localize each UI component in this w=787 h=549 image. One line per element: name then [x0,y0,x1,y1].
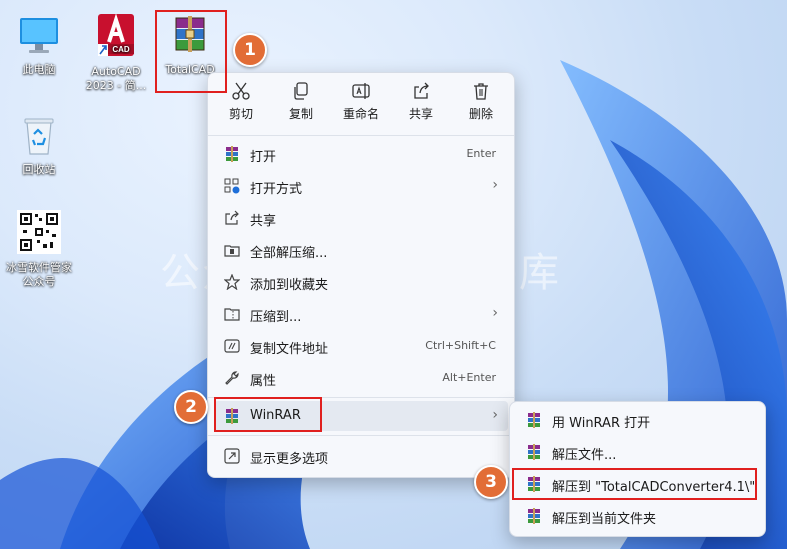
scissors-icon [232,82,250,100]
chevron-right-icon: › [492,305,498,321]
trash-icon [474,83,488,100]
menu-item-label: 显示更多选项 [250,452,329,467]
desktop-icon-label: 回收站 [22,163,56,176]
wrench-icon [225,371,239,385]
menu-item-shortcut: Ctrl+Shift+C [425,339,496,352]
desktop-icon-autocad[interactable]: CAD AutoCAD 2023 - 简... [81,12,151,93]
star-icon [224,274,240,290]
copy-icon [294,82,308,100]
highlight-box-step-1 [155,10,227,93]
menu-item-copy-path[interactable]: 复制文件地址 Ctrl+Shift+C [214,331,508,361]
desktop-icon-label: 冰雪软件管家 公众号 [6,261,72,288]
copy-path-icon [224,339,240,353]
desktop-icon-recycle-bin[interactable]: 回收站 [4,114,74,177]
extract-all-icon [224,245,240,257]
svg-text:CAD: CAD [112,45,130,54]
submenu-item-extract-here[interactable]: 解压到当前文件夹 [516,502,759,530]
menu-item-label: 复制文件地址 [250,342,329,357]
menu-divider [208,435,514,436]
menu-item-open-with[interactable]: 打开方式 › [214,171,508,201]
zip-folder-icon [224,308,240,321]
menu-item-label: 全部解压缩... [250,246,328,261]
submenu-item-label: 解压文件... [552,448,617,463]
menu-item-show-more[interactable]: 显示更多选项 [214,441,508,471]
chevron-right-icon: › [492,177,498,193]
desktop-icon-label: 此电脑 [22,63,56,76]
menu-item-shortcut: Enter [466,147,496,160]
autocad-icon: CAD [98,13,134,56]
menu-item-open[interactable]: 打开 Enter [214,139,508,169]
rename-button[interactable]: 重命名 [332,81,390,122]
rename-label: 重命名 [342,107,379,121]
highlight-box-step-3 [512,468,757,500]
menu-item-extract-all[interactable]: 全部解压缩... [214,235,508,265]
menu-item-label: 打开方式 [250,182,303,197]
delete-button[interactable]: 删除 [452,81,510,122]
context-menu-toolbar: 剪切 复制 重命名 共享 删除 [208,73,514,129]
desktop-icon-qr[interactable]: 冰雪软件管家 公众号 [4,210,74,289]
cut-label: 剪切 [228,107,253,121]
step-badge-2: 2 [174,390,208,424]
menu-item-shortcut: Alt+Enter [442,371,496,384]
step-badge-3: 3 [474,465,508,499]
menu-divider [208,135,514,136]
submenu-item-extract-files[interactable]: 解压文件... [516,438,759,466]
submenu-item-label: 解压到当前文件夹 [552,512,657,527]
recycle-bin-icon [24,118,54,155]
desktop-icon-label: AutoCAD 2023 - 简... [85,65,147,92]
share-icon [414,82,429,99]
delete-label: 删除 [468,107,493,121]
open-with-icon [224,178,240,194]
menu-item-compress-to[interactable]: 压缩到... › [214,299,508,329]
submenu-item-label: 用 WinRAR 打开 [552,416,651,431]
menu-item-properties[interactable]: 属性 Alt+Enter [214,363,508,393]
menu-item-label: 打开 [250,150,277,165]
menu-item-add-favorites[interactable]: 添加到收藏夹 [214,267,508,297]
submenu-item-open-with-winrar[interactable]: 用 WinRAR 打开 [516,406,759,434]
more-options-icon [224,448,240,464]
share-label: 共享 [408,107,433,121]
copy-button[interactable]: 复制 [272,81,330,122]
highlight-box-step-2 [214,397,322,432]
winrar-icon [528,412,540,428]
rename-icon [352,83,370,99]
copy-label: 复制 [288,107,313,121]
monitor-icon [20,18,58,53]
qr-code-icon [17,210,61,254]
menu-item-label: 添加到收藏夹 [250,278,329,293]
menu-item-label: 压缩到... [250,310,302,325]
menu-item-share[interactable]: 共享 [214,203,508,233]
menu-item-label: 共享 [250,214,277,229]
desktop-icon-this-pc[interactable]: 此电脑 [4,16,74,77]
share-icon [225,210,239,225]
winrar-icon [226,146,238,162]
menu-item-label: 属性 [250,374,277,389]
winrar-icon [528,444,540,460]
chevron-right-icon: › [492,407,498,423]
share-button[interactable]: 共享 [392,81,450,122]
step-badge-1: 1 [233,33,267,67]
winrar-icon [528,508,540,524]
